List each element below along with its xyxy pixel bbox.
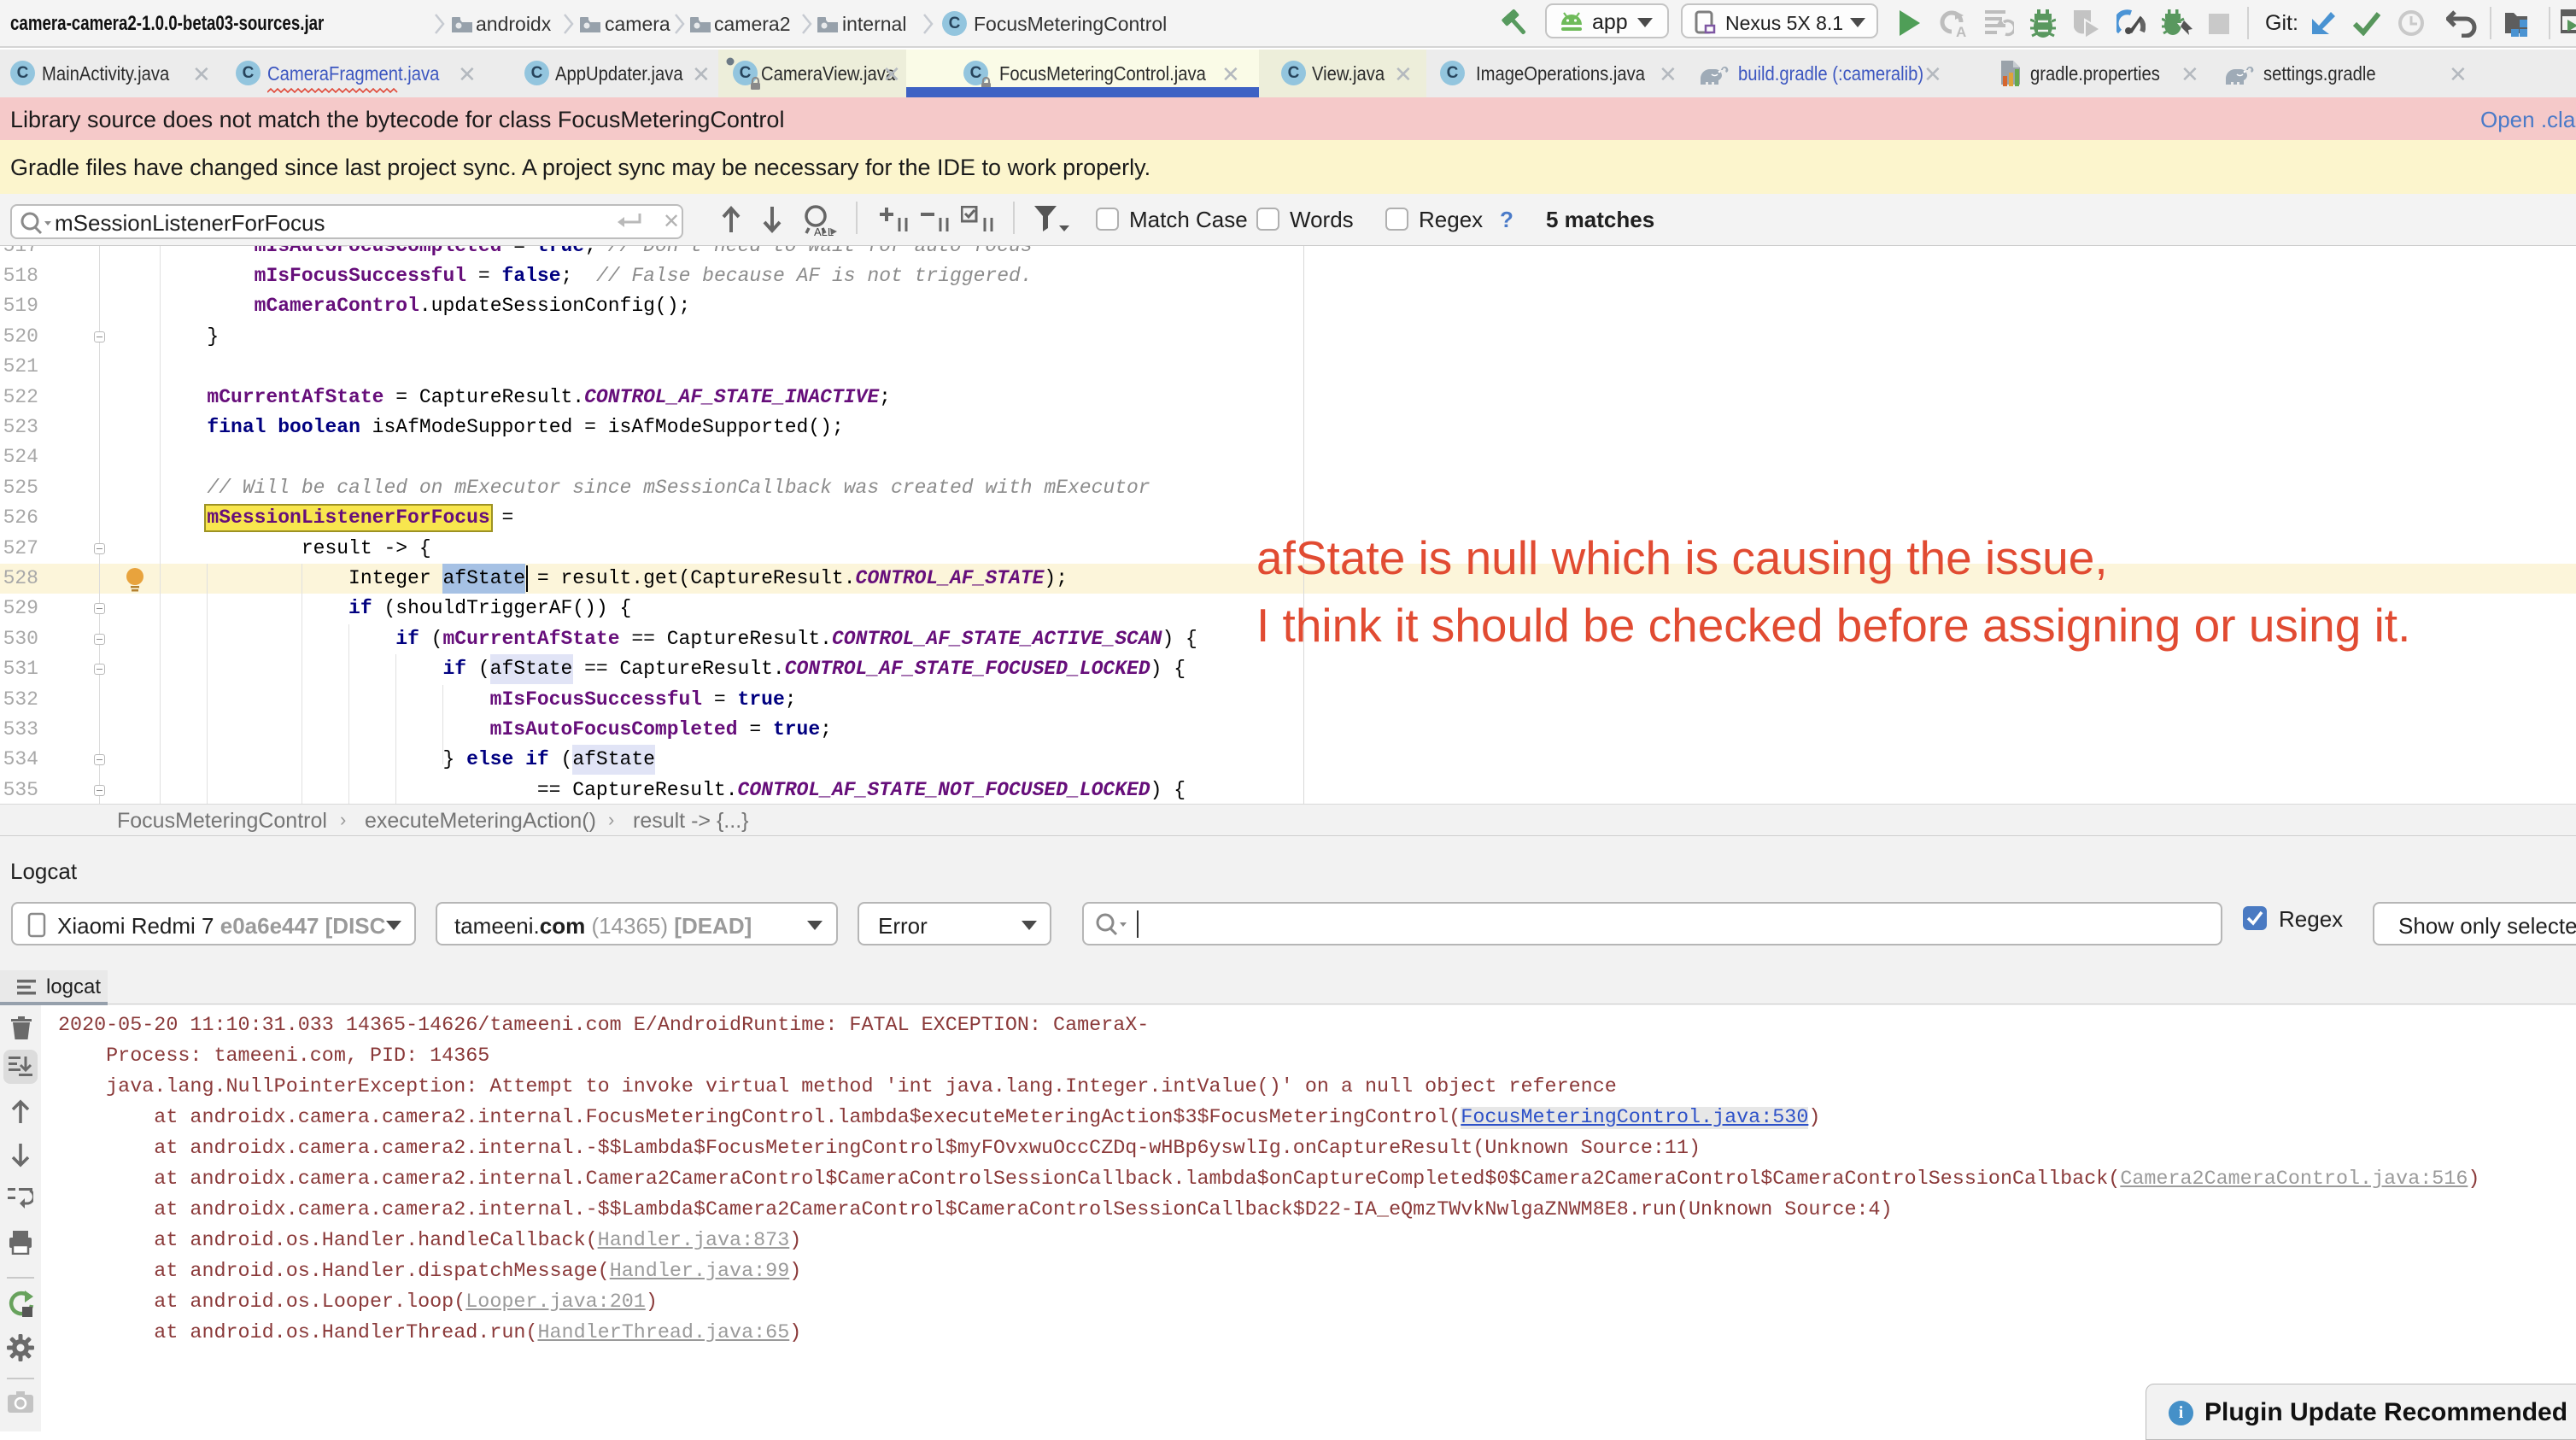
svg-text:A: A	[1956, 24, 1966, 38]
